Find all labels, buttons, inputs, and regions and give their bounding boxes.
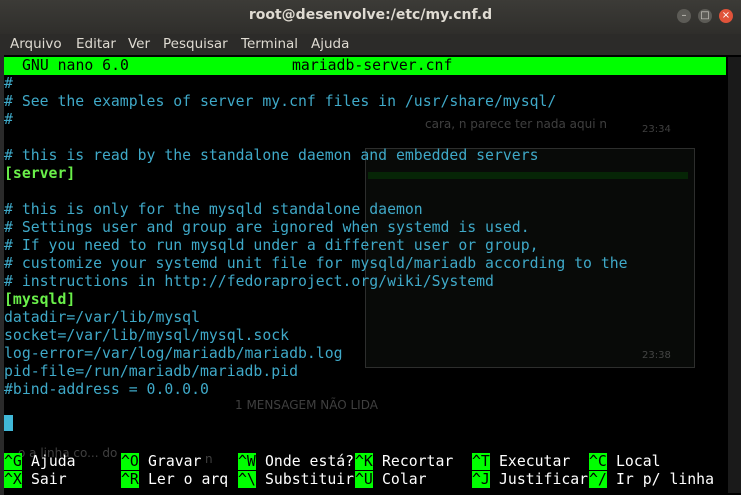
- shortcut-key[interactable]: ^\: [238, 471, 256, 488]
- menu-pesquisar[interactable]: Pesquisar: [163, 36, 228, 52]
- minimize-button[interactable]: –: [677, 9, 691, 23]
- maximize-button[interactable]: □: [698, 9, 712, 23]
- ghost-chat-time: 23:34: [642, 124, 671, 135]
- nano-version: GNU nano 6.0: [22, 57, 129, 74]
- window-titlebar[interactable]: root@desenvolve:/etc/my.cnf.d – □ ×: [0, 0, 741, 34]
- shortcut-label[interactable]: Justificar: [499, 471, 588, 488]
- shortcut-key[interactable]: ^G: [4, 453, 22, 470]
- ghost-unread-label: 1 MENSAGEM NÃO LIDA: [235, 398, 378, 412]
- window-title: root@desenvolve:/etc/my.cnf.d: [248, 7, 493, 23]
- file-line: # instructions in http://fedoraproject.o…: [4, 273, 494, 290]
- menu-terminal[interactable]: Terminal: [241, 36, 298, 52]
- shortcut-key[interactable]: ^U: [355, 471, 373, 488]
- file-line: datadir=/var/lib/mysql: [4, 309, 200, 326]
- file-line: [server]: [4, 165, 76, 182]
- file-line: [mysqld]: [4, 291, 76, 308]
- file-line: # Settings user and group are ignored wh…: [4, 219, 530, 236]
- ghost-window-bar: [368, 172, 688, 179]
- shortcut-key[interactable]: ^K: [355, 453, 373, 470]
- shortcut-label[interactable]: Recortar: [382, 453, 453, 470]
- shortcut-label[interactable]: Sair: [31, 471, 67, 488]
- menu-ver[interactable]: Ver: [128, 36, 150, 52]
- file-line: log-error=/var/log/mariadb/mariadb.log: [4, 345, 343, 362]
- shortcut-key[interactable]: ^X: [4, 471, 22, 488]
- menu-arquivo[interactable]: Arquivo: [10, 36, 62, 52]
- shortcut-key[interactable]: ^C: [589, 453, 607, 470]
- ghost-bottom-text-2: n: [205, 452, 213, 466]
- shortcut-label[interactable]: Gravar: [148, 453, 201, 470]
- ghost-chat-message: cara, n parece ter nada aqui n: [425, 117, 608, 131]
- shortcut-label[interactable]: Onde está?: [265, 453, 354, 470]
- shortcut-label[interactable]: Ir p/ linha: [616, 471, 714, 488]
- nano-header: GNU nano 6.0 mariadb-server.cnf: [4, 57, 726, 75]
- shortcut-key[interactable]: ^T: [472, 453, 490, 470]
- file-line: pid-file=/run/mariadb/mariadb.pid: [4, 363, 298, 380]
- text-cursor: [4, 415, 13, 431]
- shortcut-label[interactable]: Ajuda: [31, 453, 76, 470]
- file-line: # If you need to run mysqld under a diff…: [4, 237, 539, 254]
- ghost-window-time: 23:38: [642, 350, 671, 361]
- shortcut-key[interactable]: ^R: [121, 471, 139, 488]
- scrollbar[interactable]: [728, 57, 741, 493]
- close-button[interactable]: ×: [719, 9, 733, 23]
- file-line: socket=/var/lib/mysql/mysql.sock: [4, 327, 290, 344]
- menu-bar: Arquivo Editar Ver Pesquisar Terminal Aj…: [0, 34, 741, 55]
- shortcut-label[interactable]: Executar: [499, 453, 570, 470]
- shortcut-label[interactable]: Substituir: [265, 471, 354, 488]
- file-line: # this is read by the standalone daemon …: [4, 147, 539, 164]
- nano-filename: mariadb-server.cnf: [292, 57, 453, 74]
- shortcut-key[interactable]: ^/: [589, 471, 607, 488]
- file-line: #: [4, 75, 13, 92]
- shortcut-label[interactable]: Ler o arq: [148, 471, 228, 488]
- menu-ajuda[interactable]: Ajuda: [311, 36, 349, 52]
- shortcut-key[interactable]: ^W: [238, 453, 256, 470]
- file-line: #bind-address = 0.0.0.0: [4, 381, 209, 398]
- file-line: # this is only for the mysqld standalone…: [4, 201, 423, 218]
- file-line: # See the examples of server my.cnf file…: [4, 93, 557, 110]
- shortcut-label[interactable]: Local: [616, 453, 661, 470]
- menu-editar[interactable]: Editar: [76, 36, 116, 52]
- file-line: #: [4, 111, 13, 128]
- shortcut-key[interactable]: ^O: [121, 453, 139, 470]
- file-line: # customize your systemd unit file for m…: [4, 255, 628, 272]
- shortcut-key[interactable]: ^J: [472, 471, 490, 488]
- shortcut-label[interactable]: Colar: [382, 471, 427, 488]
